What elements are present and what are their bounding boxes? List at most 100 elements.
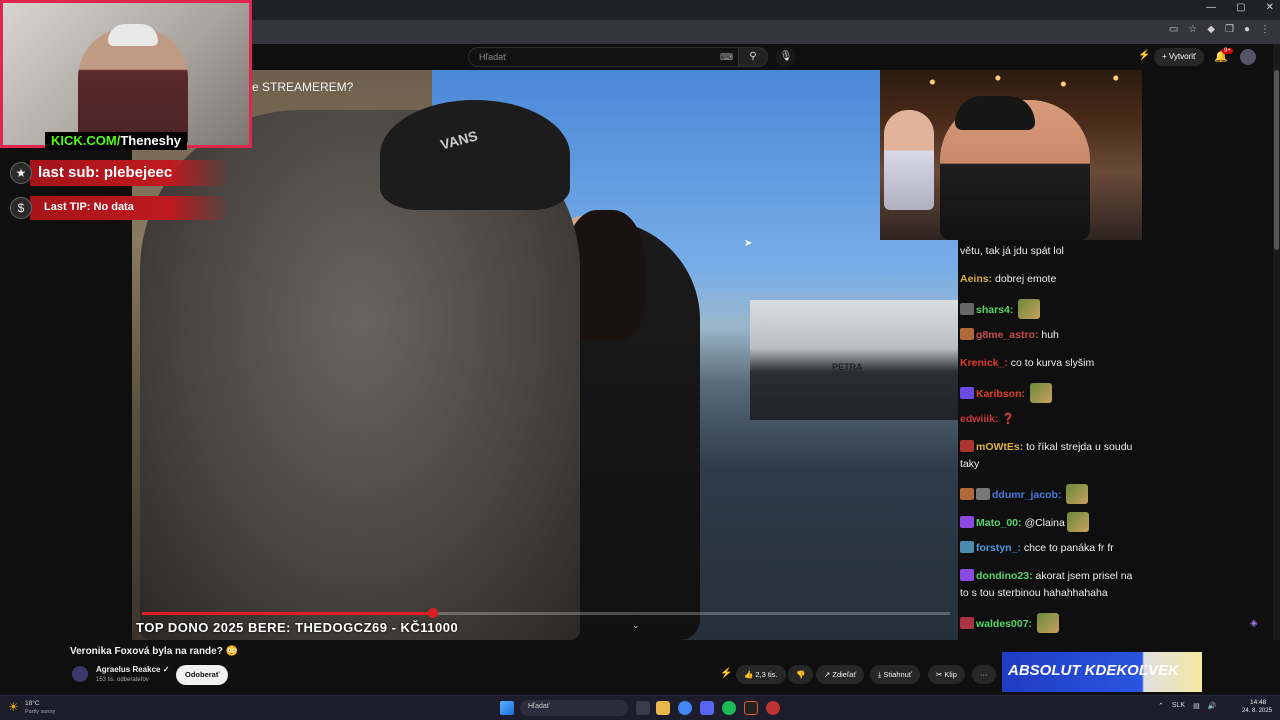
- notification-badge: 9+: [1222, 48, 1233, 54]
- clock-time[interactable]: 14:48: [1250, 699, 1266, 706]
- bolt-icon[interactable]: ⚡: [1138, 50, 1150, 61]
- create-button[interactable]: + Vytvoriť: [1154, 48, 1205, 66]
- chat-message: ddumr_jacob:: [960, 484, 1138, 504]
- avatar[interactable]: [1240, 49, 1256, 65]
- chat-message: Aeins: dobrej emote: [960, 271, 1138, 288]
- channel-name[interactable]: Agraelus Reakce ✓: [96, 665, 169, 674]
- chat-username[interactable]: shars4:: [976, 304, 1013, 316]
- channel-avatar[interactable]: [72, 666, 88, 682]
- language-indicator[interactable]: SLK: [1172, 702, 1185, 710]
- search-icon: ⚲: [749, 51, 757, 62]
- window-controls: — ▢ ✕: [1206, 2, 1274, 13]
- kick-channel-name: Theneshy: [120, 133, 182, 148]
- subscribe-button[interactable]: Odoberať: [176, 665, 229, 685]
- more-button[interactable]: ···: [972, 665, 996, 684]
- overlay-logo-icon: ◈: [1250, 618, 1258, 629]
- chat-emote-icon: [1036, 613, 1059, 633]
- maximize-button[interactable]: ▢: [1236, 2, 1245, 13]
- chat-badge-icon: [960, 303, 974, 315]
- chat-emote-icon: [1066, 512, 1089, 532]
- chat-text: huh: [1041, 329, 1059, 341]
- chat-badge-icon: [960, 541, 974, 553]
- chevron-down-icon[interactable]: ⌄: [632, 620, 640, 631]
- video-scene-boat: [750, 300, 960, 420]
- right-sidebar: [1142, 70, 1272, 640]
- video-progress-fill: [142, 612, 433, 615]
- subscriber-count: 153 tis. odberateľov: [96, 677, 149, 683]
- voice-search-button[interactable]: 🎙: [776, 47, 796, 67]
- bookmark-star-icon[interactable]: ☆: [1188, 24, 1197, 35]
- extension-icon[interactable]: ◆: [1207, 24, 1215, 35]
- chat-message: shars4:: [960, 299, 1138, 319]
- search-input[interactable]: Hľadať: [468, 47, 740, 67]
- dislike-button[interactable]: 👎: [788, 665, 814, 684]
- chat-text: dobrej emote: [995, 273, 1057, 285]
- tab-icon[interactable]: ❐: [1225, 24, 1234, 35]
- download-button[interactable]: ⤓ Stiahnuť: [870, 665, 920, 684]
- chat-username[interactable]: g8me_astro:: [976, 329, 1038, 341]
- menu-dots-icon[interactable]: ⋮: [1260, 24, 1270, 35]
- kick-domain: KICK.COM/: [51, 133, 121, 148]
- chat-username[interactable]: mOWtEs:: [976, 441, 1023, 453]
- minimize-button[interactable]: —: [1206, 2, 1216, 13]
- scrollbar-thumb[interactable]: [1274, 70, 1279, 250]
- chat-username[interactable]: ddumr_jacob:: [992, 489, 1061, 501]
- chat-username[interactable]: Mato_00:: [976, 517, 1022, 529]
- app-icon[interactable]: [766, 701, 780, 715]
- chat-text: ❓: [1001, 413, 1015, 425]
- clip-button[interactable]: ✂ Klip: [928, 665, 965, 684]
- task-view-icon[interactable]: [636, 701, 650, 715]
- chat-message: waldes007:: [960, 613, 1138, 633]
- ad-banner-text: ABSOLUT KDEKOĽVEK: [1008, 662, 1179, 679]
- chat-badge-icon: [960, 387, 974, 399]
- last-tip-text: Last TIP: No data: [44, 201, 134, 213]
- search-button[interactable]: ⚲: [738, 47, 768, 67]
- top-dono-text: TOP DONO 2025 BERE: THEDOGCZ69 - KČ11000: [136, 620, 459, 635]
- chat-username[interactable]: dondino23:: [976, 570, 1033, 582]
- file-explorer-icon[interactable]: [656, 701, 670, 715]
- chat-username[interactable]: Karibson:: [976, 388, 1025, 400]
- star-icon: ★: [10, 162, 32, 184]
- tray-chevron-icon[interactable]: ⌃: [1158, 702, 1164, 710]
- like-button[interactable]: 👍 2,3 tis.: [736, 665, 786, 684]
- chat-badge-icon: [960, 440, 974, 452]
- weather-temperature[interactable]: 18°C: [25, 700, 40, 707]
- boat-label: PETRA: [832, 362, 863, 372]
- chat-username[interactable]: Aeins:: [960, 273, 992, 285]
- chat-username[interactable]: forstyn_:: [976, 542, 1021, 554]
- chat-badge-icon: [960, 569, 974, 581]
- cast-icon[interactable]: ▭: [1169, 24, 1178, 35]
- close-button[interactable]: ✕: [1266, 2, 1274, 13]
- taskbar-search-input[interactable]: Hľadať: [520, 700, 628, 716]
- weather-icon[interactable]: ☀: [8, 700, 19, 714]
- chat-emote-icon: [1066, 484, 1089, 504]
- webcam-cap: [108, 24, 158, 46]
- chat-message: forstyn_: chce to panáka fr fr: [960, 540, 1138, 557]
- bolt-icon[interactable]: ⚡: [720, 668, 732, 679]
- network-icon[interactable]: ▤: [1193, 702, 1200, 710]
- video-title: Veronika Foxová byla na rande? 😳: [70, 646, 239, 657]
- profile-icon[interactable]: ●: [1244, 24, 1250, 35]
- chat-username[interactable]: edwiiik:: [960, 413, 999, 425]
- chat-message: větu, tak já jdu spát lol: [960, 243, 1138, 260]
- chat-text: @Claina: [1024, 517, 1065, 529]
- mouse-cursor-icon: ➤: [744, 238, 753, 249]
- media-app-icon[interactable]: [744, 701, 758, 715]
- chat-message: Karibson:: [960, 383, 1138, 403]
- discord-icon[interactable]: [700, 701, 714, 715]
- browser-toolbar: [250, 20, 1280, 44]
- chat-username[interactable]: Krenick_:: [960, 357, 1008, 369]
- chrome-icon[interactable]: [678, 701, 692, 715]
- volume-icon[interactable]: 🔊: [1208, 702, 1217, 710]
- windows-start-icon[interactable]: [500, 701, 514, 715]
- spotify-icon[interactable]: [722, 701, 736, 715]
- video-progress-thumb[interactable]: [427, 608, 438, 618]
- system-tray: ⌃ SLK ▤ 🔊: [1158, 702, 1216, 710]
- share-button[interactable]: ↗ Zdieľať: [816, 665, 865, 684]
- clock-date[interactable]: 24. 8. 2025: [1242, 708, 1272, 714]
- chat-message: Mato_00: @Claina: [960, 512, 1138, 532]
- keyboard-icon[interactable]: ⌨: [720, 52, 733, 63]
- chat-text: větu, tak já jdu spát lol: [960, 245, 1064, 257]
- chat-username[interactable]: waldes007:: [976, 618, 1032, 630]
- webcam-friend: [884, 110, 934, 210]
